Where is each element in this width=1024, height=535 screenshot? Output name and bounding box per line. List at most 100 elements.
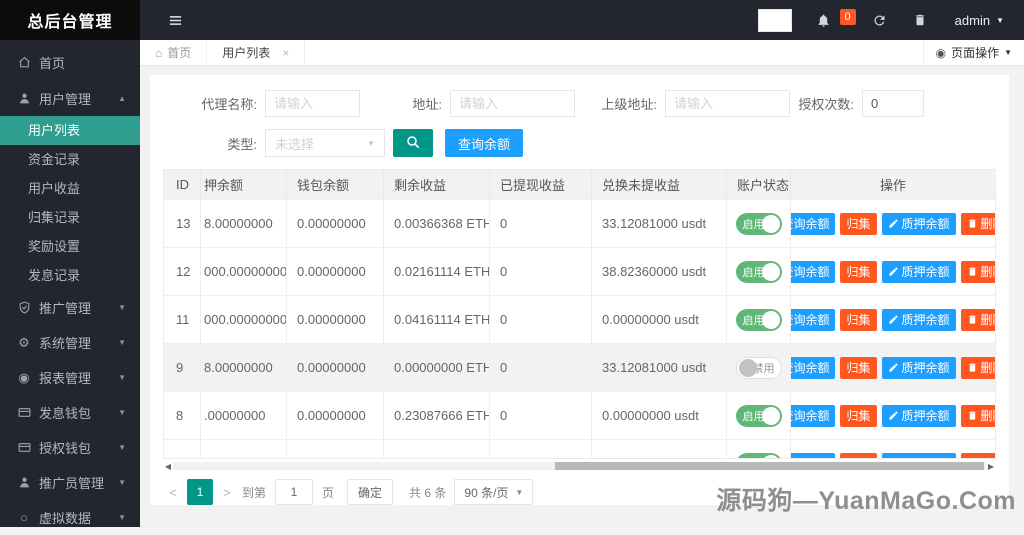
current-page-button[interactable]: 1 — [187, 479, 213, 505]
tab-user-list[interactable]: 用户列表 × — [207, 40, 305, 65]
prev-page-button[interactable]: < — [163, 479, 183, 505]
close-icon[interactable]: × — [282, 46, 289, 60]
user-menu[interactable]: admin ▼ — [943, 13, 1012, 28]
page-actions-dropdown[interactable]: ◉ 页面操作 ▼ — [923, 40, 1024, 65]
status-toggle[interactable]: 启用 — [736, 453, 782, 460]
collect-button[interactable]: 归集 — [840, 453, 876, 460]
pledge-balance-button[interactable]: 质押余额 — [882, 261, 956, 283]
address-label: 地址: — [360, 94, 450, 113]
chevron-down-icon: ▼ — [118, 513, 126, 522]
type-select[interactable]: 未选择 ▼ — [265, 129, 385, 157]
action-label: 查询余额 — [791, 455, 829, 459]
column-header-wallet: 钱包余额 — [287, 170, 384, 199]
scrollbar-track[interactable] — [173, 462, 986, 470]
refresh-icon[interactable] — [864, 13, 895, 28]
delete-button[interactable]: 删除 — [961, 213, 995, 235]
filter-row-2: 类型: 未选择 ▼ 查询余额 — [163, 129, 996, 157]
collect-button[interactable]: 归集 — [840, 213, 876, 235]
sidebar-subitem-3[interactable]: 归集记录 — [0, 203, 140, 232]
trash-icon — [967, 410, 978, 421]
table-body: 138.000000000.000000000.00366368 ETH033.… — [164, 199, 995, 459]
pencil-icon — [888, 314, 899, 325]
pledge-balance-button[interactable]: 质押余额 — [882, 357, 956, 379]
sidebar-item-system[interactable]: ⚙系统管理▼ — [0, 325, 140, 360]
home-icon — [16, 56, 32, 69]
scrollbar-thumb[interactable] — [555, 462, 984, 470]
status-toggle[interactable]: 启用 — [736, 261, 782, 283]
per-page-select[interactable]: 90 条/页 ▼ — [454, 479, 533, 505]
sidebar-subitem-0[interactable]: 用户列表 — [0, 116, 140, 145]
collect-button[interactable]: 归集 — [840, 261, 876, 283]
collect-button[interactable]: 归集 — [840, 309, 876, 331]
parent-address-input[interactable] — [665, 90, 790, 117]
query-balance-button[interactable]: 查询余额 — [791, 309, 835, 331]
table-cell: 0.23087666 ETH — [384, 392, 490, 439]
sidebar-subitem-1[interactable]: 资金记录 — [0, 145, 140, 174]
navbar-search-box[interactable] — [758, 9, 792, 32]
query-balance-button[interactable]: 查询余额 — [791, 357, 835, 379]
scroll-right-icon[interactable]: ▶ — [986, 462, 996, 471]
bell-icon[interactable] — [808, 13, 839, 28]
tab-home[interactable]: ⌂ 首页 — [140, 40, 207, 65]
filter-row-1: 代理名称: 地址: 上级地址: 授权次数: — [163, 89, 996, 117]
table-cell: 13 — [164, 200, 201, 247]
sidebar-item-user-mgmt[interactable]: 用户管理 ▲ — [0, 80, 140, 116]
pledge-balance-button[interactable]: 质押余额 — [882, 453, 956, 460]
table-cell: 8.00000000 — [201, 200, 287, 247]
sidebar-item-promoter[interactable]: 推广员管理▼ — [0, 465, 140, 500]
sidebar-item-promotion[interactable]: 推广管理▼ — [0, 290, 140, 325]
delete-button[interactable]: 删除 — [961, 261, 995, 283]
pledge-balance-button[interactable]: 质押余额 — [882, 213, 956, 235]
query-balance-button[interactable]: 查询余额 — [791, 213, 835, 235]
sidebar-item-virtual-data[interactable]: ○虚拟数据▼ — [0, 500, 140, 535]
collect-button[interactable]: 归集 — [840, 357, 876, 379]
table-row: 98.000000000.000000000.00000000 ETH033.1… — [164, 343, 995, 391]
fold-menu-icon[interactable] — [168, 13, 183, 28]
query-balance-button[interactable]: 查询余额 — [791, 261, 835, 283]
card-icon — [16, 406, 32, 419]
trash-icon[interactable] — [905, 13, 935, 27]
next-page-button[interactable]: > — [217, 479, 237, 505]
sidebar-subitem-5[interactable]: 发息记录 — [0, 261, 140, 290]
status-toggle[interactable]: 启用 — [736, 213, 782, 235]
sidebar-item-interest-wallet[interactable]: 发息钱包▼ — [0, 395, 140, 430]
action-label: 质押余额 — [902, 407, 950, 424]
status-cell: 启用 — [727, 200, 791, 247]
sidebar-subitem-2[interactable]: 用户收益 — [0, 174, 140, 203]
query-balance-button[interactable]: 查询余额 — [791, 453, 835, 460]
delete-button[interactable]: 删除 — [961, 309, 995, 331]
auth-count-input[interactable] — [862, 90, 924, 117]
table-header-row: ID 押余额 钱包余额 剩余收益 已提现收益 兑换未提收益 账户状态 操作 — [164, 170, 995, 199]
table-cell: 8 — [164, 392, 201, 439]
confirm-page-button[interactable]: 确定 — [347, 479, 393, 505]
query-balance-button[interactable]: 查询余额 — [445, 129, 523, 157]
sidebar-item-home[interactable]: 首页 — [0, 44, 140, 80]
delete-button[interactable]: 删除 — [961, 405, 995, 427]
delete-button[interactable]: 删除 — [961, 453, 995, 460]
address-input[interactable] — [450, 90, 575, 117]
top-navbar: 0 admin ▼ — [140, 0, 1024, 40]
username: admin — [955, 13, 990, 28]
query-balance-button[interactable]: 查询余额 — [791, 405, 835, 427]
sidebar-item-auth-wallet[interactable]: 授权钱包▼ — [0, 430, 140, 465]
status-toggle[interactable]: 启用 — [736, 405, 782, 427]
sidebar-item-label: 系统管理 — [39, 333, 91, 352]
goto-page-input[interactable] — [275, 479, 313, 505]
search-button[interactable] — [393, 129, 433, 157]
column-header-withdrawn: 已提现收益 — [490, 170, 592, 199]
collect-button[interactable]: 归集 — [840, 405, 876, 427]
sidebar-subitem-4[interactable]: 奖励设置 — [0, 232, 140, 261]
pencil-icon — [888, 410, 899, 421]
status-toggle[interactable]: 禁用 — [736, 357, 782, 379]
delete-button[interactable]: 删除 — [961, 357, 995, 379]
table-cell: .00000000 — [201, 392, 287, 439]
sidebar: 总后台管理 首页 用户管理 ▲ 用户列表资金记录用户收益归集记录奖励设置发息记录… — [0, 0, 140, 527]
scroll-left-icon[interactable]: ◀ — [163, 462, 173, 471]
action-label: 质押余额 — [902, 263, 950, 280]
pledge-balance-button[interactable]: 质押余额 — [882, 405, 956, 427]
status-toggle[interactable]: 启用 — [736, 309, 782, 331]
pledge-balance-button[interactable]: 质押余额 — [882, 309, 956, 331]
agent-name-input[interactable] — [265, 90, 360, 117]
toggle-knob — [739, 359, 757, 377]
sidebar-item-reports[interactable]: ◉报表管理▼ — [0, 360, 140, 395]
